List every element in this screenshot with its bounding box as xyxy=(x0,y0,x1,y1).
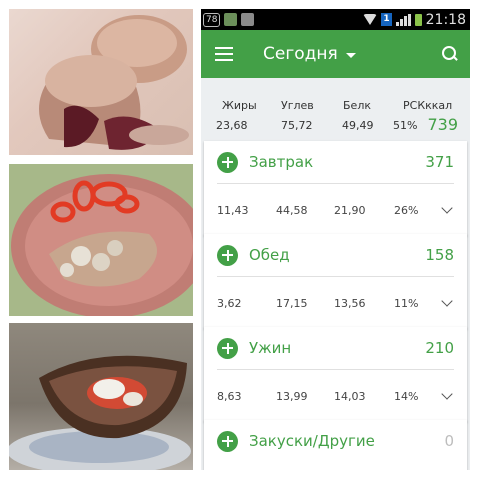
clock: 21:18 xyxy=(425,11,466,28)
meal-fat: 3,62 xyxy=(217,297,242,310)
meal-protein: 13,56 xyxy=(334,297,366,310)
meal-card-lunch: Обед 158 3,62 17,15 13,56 11% xyxy=(204,234,467,329)
meal-fat: 8,63 xyxy=(217,390,242,403)
meal-title[interactable]: Закуски/Другие xyxy=(249,432,375,450)
meal-carbs: 13,99 xyxy=(276,390,308,403)
expand-chevron-icon[interactable] xyxy=(441,388,453,400)
meal-card-dinner: Ужин 210 8,63 13,99 14,03 14% xyxy=(204,327,467,422)
summary-value-rsk-percent: 51% xyxy=(393,119,418,132)
page-title: Сегодня xyxy=(263,44,338,64)
add-lunch-plus-icon[interactable] xyxy=(217,244,238,266)
meal-percent: 26% xyxy=(394,204,419,217)
sim-number-icon: 1 xyxy=(381,13,392,26)
meal-carbs: 44,58 xyxy=(276,204,308,217)
meal-percent: 14% xyxy=(394,390,419,403)
photo-bowl xyxy=(9,323,193,470)
meal-kcal: 158 xyxy=(425,246,454,264)
meal-kcal: 210 xyxy=(425,339,454,357)
battery-icon xyxy=(414,13,422,26)
caret-down-icon xyxy=(345,52,356,58)
photo-collage: 78 1 21:18 Сегодня Жиры Углев Белк РСКкк… xyxy=(0,0,480,480)
phone-screen: 78 1 21:18 Сегодня Жиры Углев Белк РСКкк… xyxy=(201,9,470,470)
wifi-icon xyxy=(363,14,378,25)
menu-icon[interactable] xyxy=(215,47,233,61)
meal-fat: 11,43 xyxy=(217,204,249,217)
meal-protein: 14,03 xyxy=(334,390,366,403)
notification-count-badge: 78 xyxy=(203,12,221,27)
meal-title[interactable]: Обед xyxy=(249,246,290,264)
summary-value-kcal: 739 xyxy=(427,115,458,134)
meal-title[interactable]: Ужин xyxy=(249,339,291,357)
photo-plate-peppers xyxy=(9,164,193,316)
add-breakfast-plus-icon[interactable] xyxy=(217,151,238,173)
app-notification-icon xyxy=(224,13,238,26)
summary-value-fat: 23,68 xyxy=(216,119,248,132)
summary-value-protein: 49,49 xyxy=(342,119,374,132)
date-selector[interactable]: Сегодня xyxy=(263,44,356,64)
app-bar: Сегодня xyxy=(201,30,470,78)
meal-percent: 11% xyxy=(394,297,419,310)
signal-icon xyxy=(395,13,411,26)
meal-card-breakfast: Завтрак 371 11,43 44,58 21,90 26% xyxy=(204,141,467,236)
search-icon[interactable] xyxy=(442,46,458,62)
add-dinner-plus-icon[interactable] xyxy=(217,337,238,359)
status-bar: 78 1 21:18 xyxy=(201,9,470,30)
meal-card-snacks: Закуски/Другие 0 xyxy=(204,420,467,470)
summary-label-fat: Жиры xyxy=(222,99,257,112)
expand-chevron-icon[interactable] xyxy=(441,202,453,214)
meal-title[interactable]: Завтрак xyxy=(249,153,313,171)
summary-label-carbs: Углев xyxy=(281,99,314,112)
meal-kcal: 371 xyxy=(425,153,454,171)
summary-label-rsk-kcal: РСКккал xyxy=(403,99,453,112)
summary-label-protein: Белк xyxy=(343,99,371,112)
meal-kcal: 0 xyxy=(444,432,454,450)
add-snack-plus-icon[interactable] xyxy=(217,430,238,452)
meal-carbs: 17,15 xyxy=(276,297,308,310)
daily-summary: Жиры Углев Белк РСКккал 23,68 75,72 49,4… xyxy=(201,78,470,140)
expand-chevron-icon[interactable] xyxy=(441,295,453,307)
meal-protein: 21,90 xyxy=(334,204,366,217)
clipboard-icon xyxy=(241,13,255,26)
photo-muffins xyxy=(9,9,193,155)
summary-value-carbs: 75,72 xyxy=(281,119,313,132)
